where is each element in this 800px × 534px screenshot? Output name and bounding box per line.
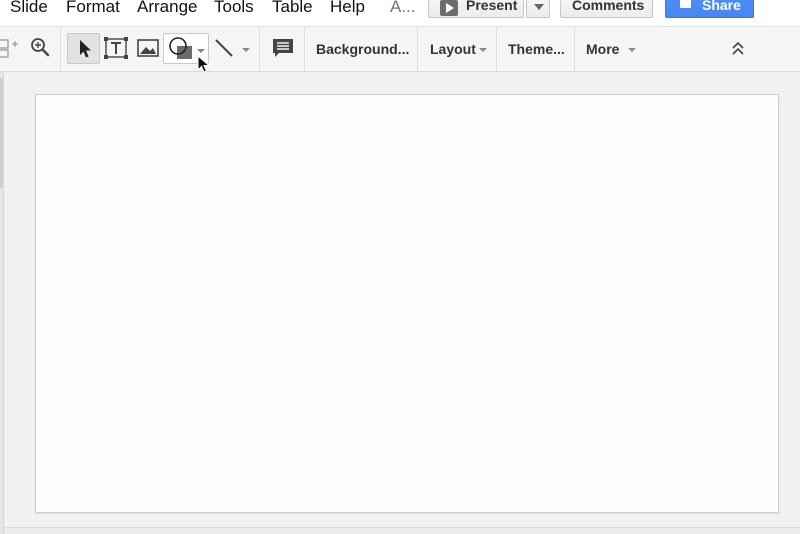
more-dropdown-caret[interactable] (628, 48, 636, 52)
menu-help[interactable]: Help (330, 0, 365, 17)
theme-button[interactable]: Theme... (508, 41, 565, 57)
menu-tools[interactable]: Tools (214, 0, 254, 17)
present-label: Present (466, 0, 518, 13)
shape-icon (169, 37, 192, 59)
menu-arrange[interactable]: Arrange (137, 0, 197, 17)
slide-canvas[interactable] (35, 94, 779, 513)
last-edit-link[interactable]: A... (390, 0, 416, 17)
present-dropdown-button[interactable] (526, 0, 550, 18)
background-button[interactable]: Background... (316, 41, 409, 57)
menu-table[interactable]: Table (272, 0, 313, 17)
image-icon[interactable] (137, 39, 159, 57)
toolbar-separator (304, 27, 305, 72)
menu-format[interactable]: Format (66, 0, 120, 17)
more-button[interactable]: More (586, 41, 619, 57)
mouse-pointer-icon (197, 55, 211, 73)
filmstrip-scrollbar[interactable] (0, 78, 3, 188)
toolbar-separator (417, 27, 418, 72)
text-box-icon[interactable] (104, 37, 128, 59)
chevron-double-up-icon[interactable] (730, 40, 746, 56)
comment-icon[interactable] (272, 38, 294, 58)
layout-button[interactable]: Layout (430, 41, 476, 57)
play-icon (440, 0, 458, 16)
comments-button[interactable]: Comments (560, 0, 653, 18)
zoom-icon[interactable] (30, 37, 50, 57)
lock-icon (680, 0, 691, 8)
toolbar-separator (60, 27, 61, 72)
line-icon[interactable] (214, 38, 234, 58)
toolbar-separator (496, 27, 497, 72)
bottom-edge (4, 527, 800, 534)
menu-bar: Slide Format Arrange Tools Table Help A.… (0, 0, 800, 26)
share-label: Share (702, 0, 741, 13)
share-button[interactable]: Share (665, 0, 754, 18)
cursor-arrow-icon (80, 40, 91, 58)
present-button[interactable]: Present (428, 0, 524, 18)
shape-dropdown-caret[interactable] (197, 49, 205, 53)
new-slide-icon[interactable] (0, 37, 20, 59)
toolbar-separator (574, 27, 575, 72)
toolbar: Background... Layout Theme... More (0, 26, 800, 72)
toolbar-separator (259, 27, 260, 72)
menu-slide[interactable]: Slide (10, 0, 48, 17)
comments-label: Comments (572, 0, 645, 13)
select-tool-button[interactable] (67, 33, 100, 64)
line-dropdown-caret[interactable] (242, 48, 250, 52)
layout-dropdown-caret[interactable] (479, 48, 487, 52)
